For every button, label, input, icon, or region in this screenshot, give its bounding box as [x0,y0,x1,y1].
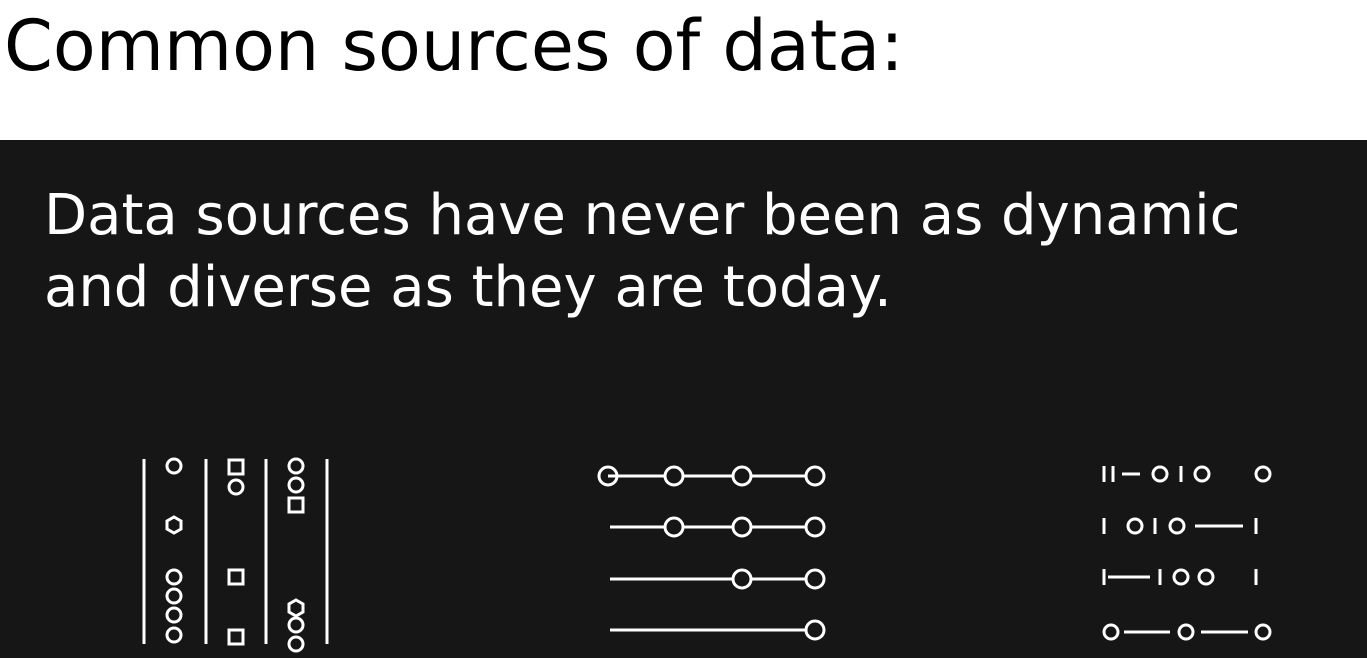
slide-subtitle: Data sources have never been as dynamic … [44,180,1240,324]
content-panel: Data sources have never been as dynamic … [0,140,1367,658]
title-band: Common sources of data: [0,0,1367,140]
subtitle-line-2: and diverse as they are today. [44,255,892,320]
slide: Common sources of data: Data sources hav… [0,0,1367,658]
subtitle-line-1: Data sources have never been as dynamic [44,183,1241,248]
binary-data-icon [1098,454,1278,641]
data-columns-icon [138,454,333,658]
slide-title: Common sources of data: [4,5,904,87]
data-timelines-icon [594,454,830,641]
